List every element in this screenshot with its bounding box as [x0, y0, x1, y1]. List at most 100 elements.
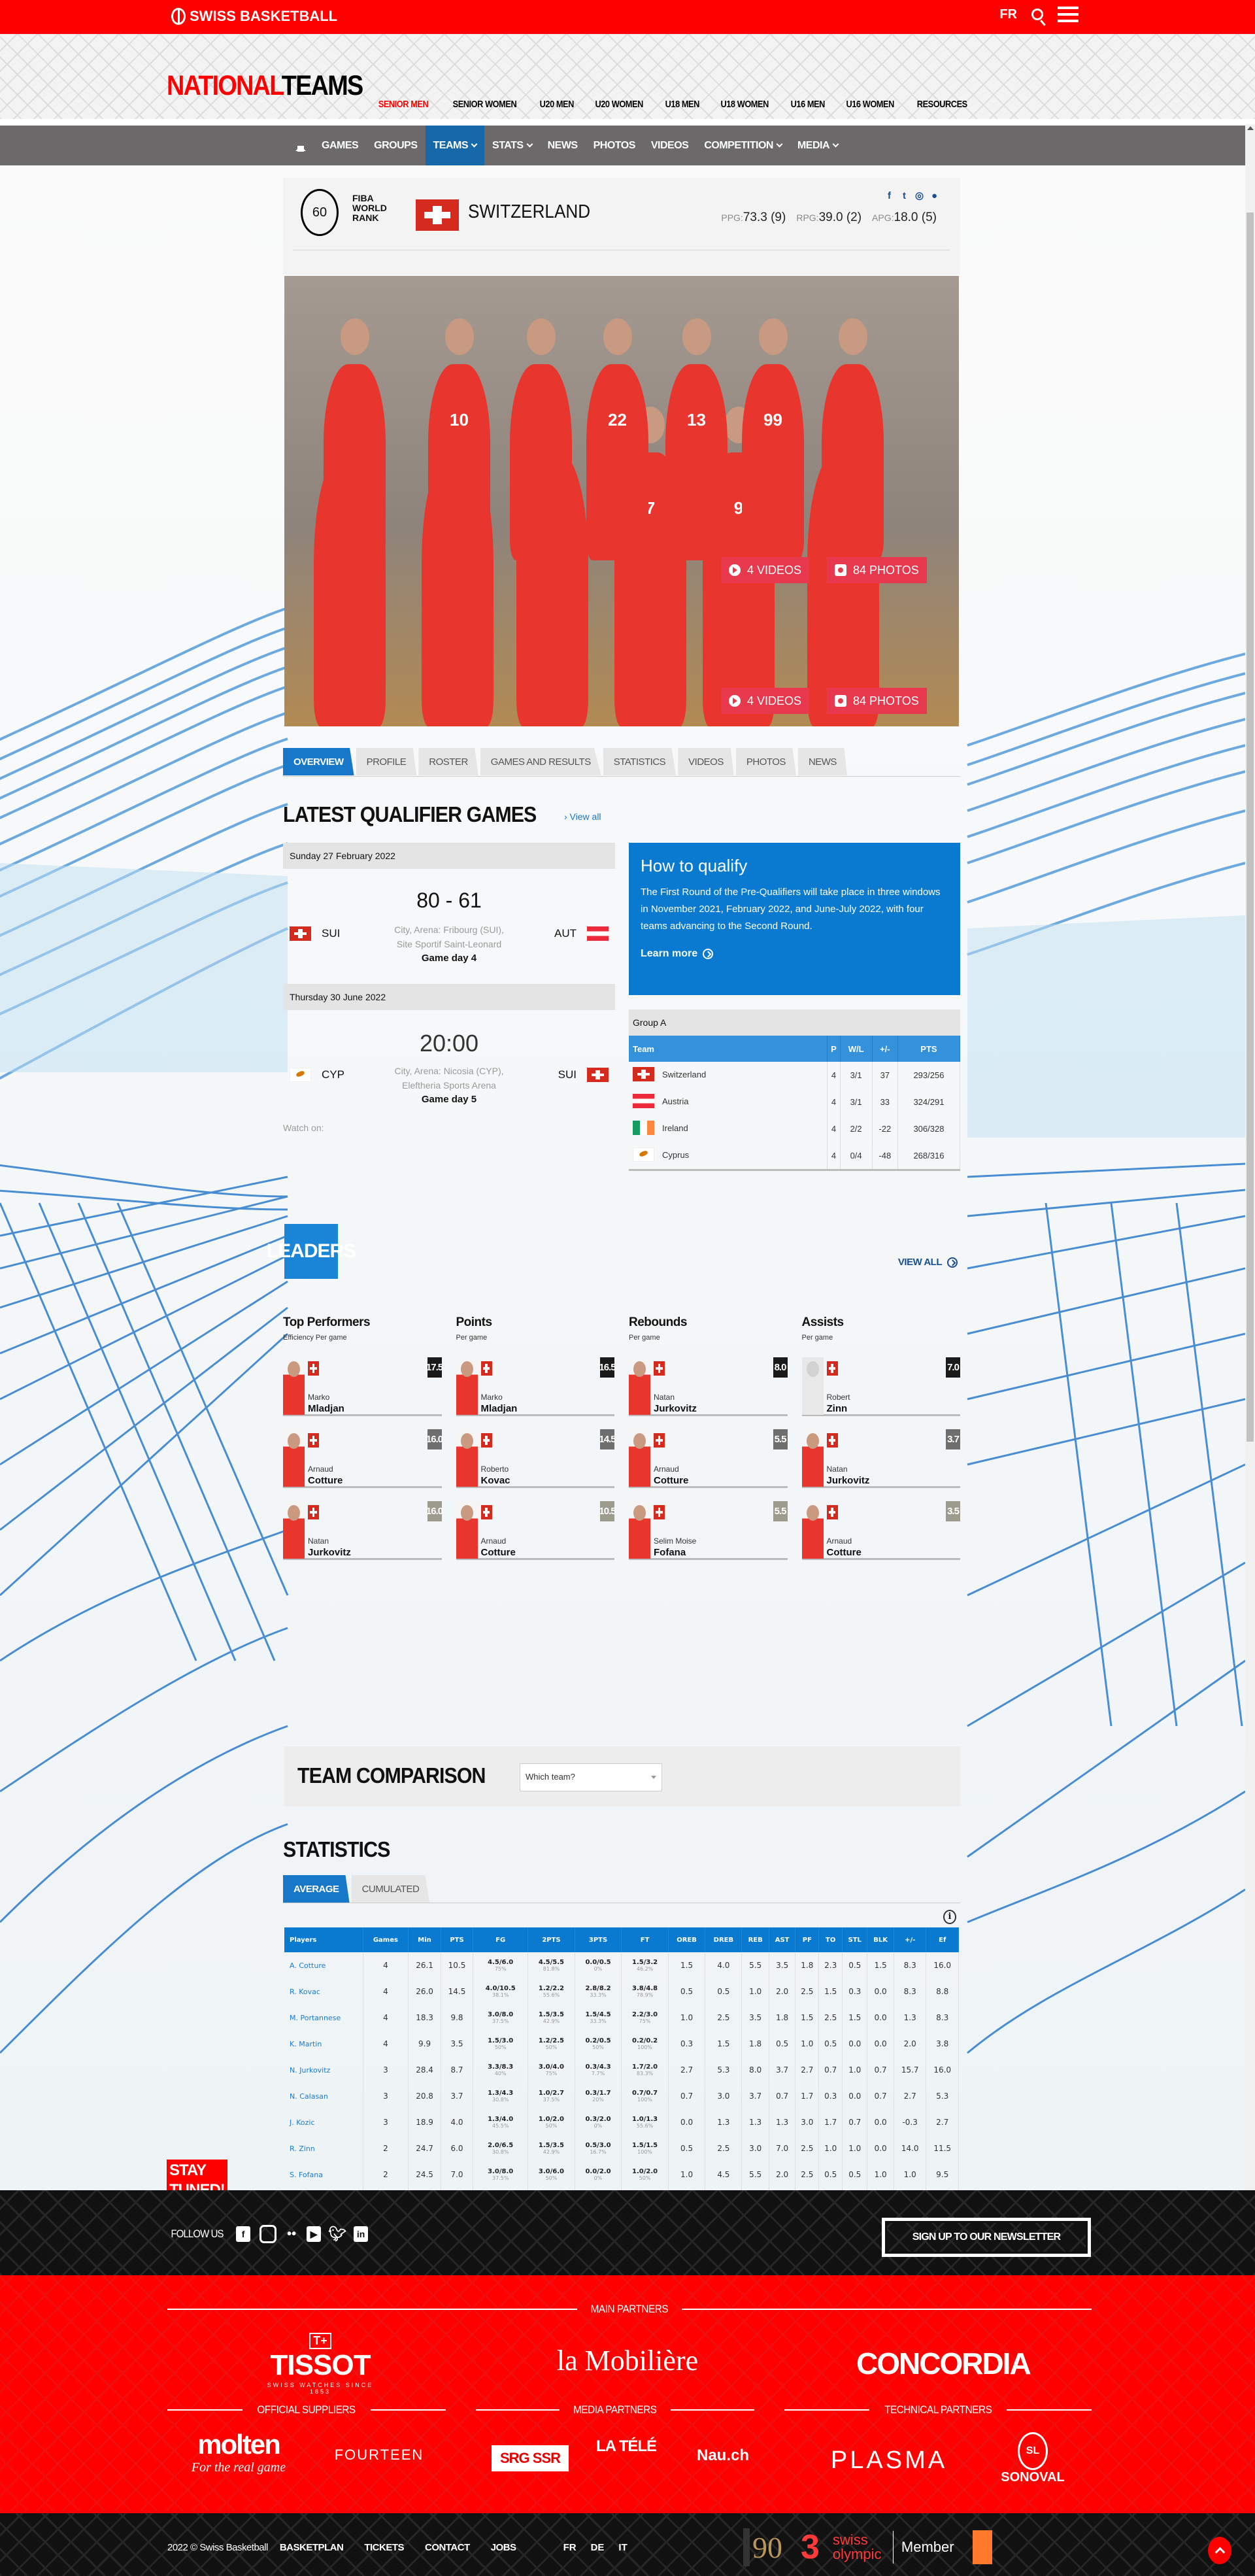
facebook-icon[interactable]: f: [884, 191, 894, 201]
stats-header[interactable]: Players: [284, 1927, 363, 1952]
stats-header[interactable]: TO: [818, 1927, 843, 1952]
player-link[interactable]: J. Kozic: [284, 2109, 363, 2135]
game-card[interactable]: 80 - 61 SUI AUT City, Arena: Fribourg (SUI)…: [283, 869, 615, 984]
sonoval-logo[interactable]: SL SONOVAL: [994, 2432, 1072, 2485]
stats-header[interactable]: Min: [408, 1927, 441, 1952]
stats-header[interactable]: AST: [769, 1927, 796, 1952]
3x3-logo[interactable]: 3: [801, 2528, 820, 2567]
leader-card[interactable]: 17.5 Marko Mladjan: [283, 1357, 443, 1416]
tab-games-and-results[interactable]: GAMES AND RESULTS: [480, 748, 601, 775]
stats-header[interactable]: DREB: [705, 1927, 743, 1952]
tab-photos[interactable]: PHOTOS: [735, 748, 796, 775]
player-link[interactable]: K. Martin: [284, 2031, 363, 2057]
nav-stats[interactable]: STATS: [484, 126, 540, 165]
facebook-icon[interactable]: f: [236, 2226, 251, 2242]
nav-competition[interactable]: COMPETITION: [696, 126, 790, 165]
tab-overview[interactable]: OVERVIEW: [283, 748, 354, 775]
footer-link-tickets[interactable]: TICKETS: [364, 2542, 404, 2553]
flickr-icon[interactable]: ••: [286, 2226, 297, 2242]
leader-card[interactable]: 5.5 Selim Moise Fofana: [629, 1501, 788, 1560]
view-all-games-link[interactable]: › View all: [564, 811, 601, 822]
nav-groups[interactable]: GROUPS: [366, 126, 425, 165]
leader-card[interactable]: 14.5 Roberto Kovac: [456, 1429, 616, 1488]
fiba-90-logo[interactable]: 90: [743, 2528, 782, 2566]
learn-more-link[interactable]: Learn more: [641, 948, 948, 960]
page-scrollbar[interactable]: [1245, 124, 1255, 2190]
stats-header[interactable]: PF: [795, 1927, 820, 1952]
team-nav-senior-women[interactable]: SENIOR WOMEN: [453, 99, 517, 110]
fourteen-logo[interactable]: FOURTEEN: [320, 2447, 438, 2464]
info-icon[interactable]: i: [943, 1910, 956, 1924]
team-nav-u16-men[interactable]: U16 MEN: [790, 99, 825, 110]
instagram-icon[interactable]: ◎: [914, 191, 924, 201]
swisslos-logo[interactable]: [972, 2530, 992, 2564]
leader-card[interactable]: 16.0 Arnaud Cotture: [283, 1429, 443, 1488]
concordia-logo[interactable]: CONCORDIA: [856, 2346, 1031, 2381]
la-mobiliere-logo[interactable]: la Mobilière: [543, 2344, 712, 2377]
globe-icon[interactable]: ●: [929, 191, 939, 201]
stats-header[interactable]: FT: [621, 1927, 669, 1952]
stats-header[interactable]: REB: [741, 1927, 769, 1952]
team-photo[interactable]: 8973103199132210 4 VIDEOS 84 PHOTOS 4 VI…: [284, 276, 959, 726]
group-row[interactable]: Austria 4 3/1 33 324/291: [629, 1089, 961, 1115]
team-nav-u16-women[interactable]: U16 WOMEN: [846, 99, 895, 110]
group-row[interactable]: Ireland 4 2/2 -22 306/328: [629, 1115, 961, 1142]
scrollbar-thumb[interactable]: [1247, 212, 1254, 1442]
leader-card[interactable]: 3.5 Arnaud Cotture: [801, 1501, 960, 1560]
tab-videos[interactable]: VIDEOS: [678, 748, 734, 775]
footer-lang-fr[interactable]: FR: [563, 2542, 577, 2553]
view-all-leaders-link[interactable]: VIEW ALL: [898, 1257, 958, 1268]
srg-ssr-logo[interactable]: SRG SSR: [492, 2445, 569, 2471]
player-link[interactable]: A. Cotture: [284, 1952, 363, 1978]
team-nav-u18-women[interactable]: U18 WOMEN: [721, 99, 769, 110]
molten-logo[interactable]: molten For the real game: [176, 2429, 301, 2475]
group-row[interactable]: Switzerland 4 3/1 37 293/256: [629, 1062, 961, 1089]
leader-card[interactable]: 3.7 Natan Jurkovitz: [801, 1429, 960, 1488]
stats-header[interactable]: FG: [473, 1927, 529, 1952]
leader-card[interactable]: 5.5 Arnaud Cotture: [629, 1429, 788, 1488]
team-nav-senior-men[interactable]: SENIOR MEN: [378, 99, 429, 110]
linkedin-icon[interactable]: in: [354, 2226, 369, 2242]
stats-header[interactable]: PTS: [441, 1927, 474, 1952]
menu-icon[interactable]: [1058, 7, 1079, 22]
swiss-olympic-logo[interactable]: swiss olympic Member: [833, 2531, 954, 2564]
leader-card[interactable]: 8.0 Natan Jurkovitz: [629, 1357, 788, 1416]
footer-link-basketplan[interactable]: BASKETPLAN: [280, 2542, 344, 2553]
team-nav-u20-men[interactable]: U20 MEN: [539, 99, 574, 110]
nav-teams[interactable]: TEAMS: [425, 126, 485, 165]
photos-button-duplicate[interactable]: 84 PHOTOS: [827, 688, 927, 714]
leader-card[interactable]: 16.0 Natan Jurkovitz: [283, 1501, 443, 1560]
game-card[interactable]: 20:00 CYP SUI City, Arena: Nicosia (CYP), El…: [283, 1010, 615, 1125]
videos-button-duplicate[interactable]: 4 VIDEOS: [721, 688, 810, 714]
videos-button[interactable]: 4 VIDEOS: [721, 557, 810, 583]
leader-card[interactable]: 10.5 Arnaud Cotture: [456, 1501, 616, 1560]
tab-roster[interactable]: ROSTER: [418, 748, 478, 775]
player-link[interactable]: S. Fofana: [284, 2161, 363, 2188]
stats-header[interactable]: STL: [842, 1927, 868, 1952]
twitter-icon[interactable]: t: [899, 191, 909, 201]
nav-news[interactable]: NEWS: [540, 126, 586, 165]
stats-header[interactable]: +/-: [894, 1927, 927, 1952]
la-tele-logo[interactable]: LA TÉLÉ: [587, 2437, 665, 2456]
team-nav-resources[interactable]: RESOURCES: [917, 99, 967, 110]
nav-photos[interactable]: PHOTOS: [586, 126, 643, 165]
photos-button[interactable]: 84 PHOTOS: [827, 557, 927, 583]
footer-lang-it[interactable]: IT: [618, 2542, 627, 2553]
footer-link-jobs[interactable]: JOBS: [491, 2542, 516, 2553]
nav-home[interactable]: [288, 126, 314, 165]
player-link[interactable]: R. Kovac: [284, 1978, 363, 2005]
stats-tab-average[interactable]: AVERAGE: [283, 1875, 350, 1903]
back-to-top-button[interactable]: [1208, 2537, 1231, 2564]
youtube-icon[interactable]: ▶: [307, 2226, 322, 2242]
nav-videos[interactable]: VIDEOS: [643, 126, 696, 165]
group-row[interactable]: Cyprus 4 0/4 -48 268/316: [629, 1142, 961, 1169]
tissot-logo[interactable]: T+ TISSOT SWISS WATCHES SINCE 1853: [255, 2333, 386, 2395]
stats-header[interactable]: 3PTS: [575, 1927, 622, 1952]
swiss-basketball-logo[interactable]: SWISS BASKETBALL: [171, 8, 337, 25]
team-nav-u18-men[interactable]: U18 MEN: [665, 99, 699, 110]
stats-header[interactable]: Ef: [926, 1927, 959, 1952]
scroll-up-arrow-icon[interactable]: [1247, 126, 1254, 130]
tab-news[interactable]: NEWS: [797, 748, 847, 775]
search-icon[interactable]: [1031, 8, 1043, 20]
plasma-logo[interactable]: PLASMA: [817, 2447, 961, 2475]
